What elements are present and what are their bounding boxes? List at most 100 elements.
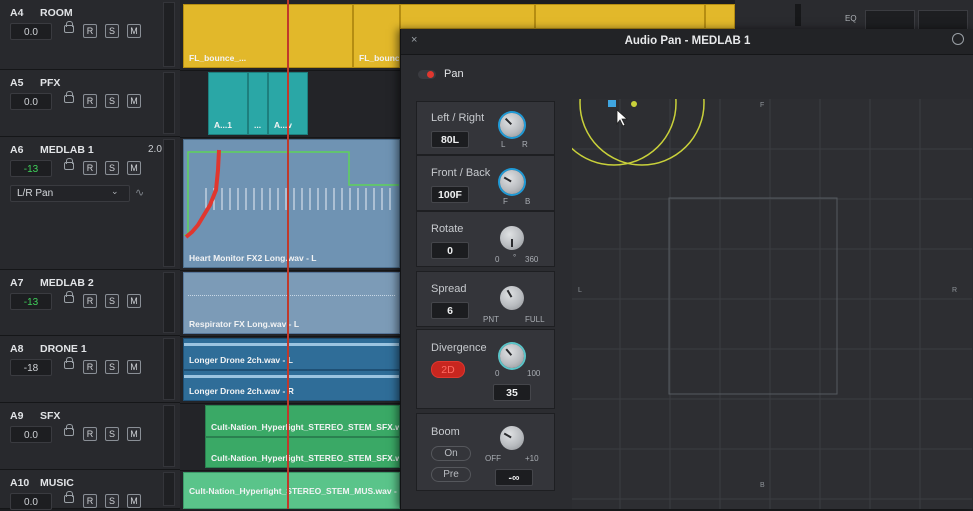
- clip-room-5[interactable]: [705, 4, 735, 29]
- clip-room-2[interactable]: FL_bounce: [353, 4, 400, 68]
- listener-box: [668, 197, 838, 395]
- lock-icon[interactable]: [64, 291, 74, 303]
- divergence-knob[interactable]: [500, 344, 524, 368]
- track-header[interactable]: A10 MUSIC 0.0 R S M: [0, 470, 180, 510]
- clip-label: ...: [254, 120, 262, 130]
- clip-label: Cult-Nation_Hyperlight_STEREO_STEM_SFX.w…: [211, 453, 400, 463]
- clip-pfx-2[interactable]: ...: [248, 72, 268, 135]
- rotate-max: 360: [525, 255, 539, 264]
- mute-button[interactable]: M: [127, 427, 141, 441]
- clip-drone-r[interactable]: Longer Drone 2ch.wav - R: [183, 370, 400, 401]
- clip-music[interactable]: Cult-Nation_Hyperlight_STEREO_STEM_MUS.w…: [183, 472, 400, 509]
- track-volume[interactable]: 0.0: [10, 426, 52, 443]
- track-header[interactable]: A7 MEDLAB 2 -13 R S M: [0, 270, 180, 336]
- track-name[interactable]: MEDLAB 1: [40, 144, 94, 156]
- eq-thumbnail[interactable]: [865, 10, 915, 31]
- track-volume[interactable]: 0.0: [10, 93, 52, 110]
- clip-room-3[interactable]: [400, 4, 535, 29]
- rotate-knob[interactable]: [500, 226, 524, 250]
- record-button[interactable]: R: [83, 161, 97, 175]
- boom-knob[interactable]: [500, 426, 524, 450]
- track-volume[interactable]: -18: [10, 359, 52, 376]
- pan-grid[interactable]: F B L R: [572, 99, 972, 509]
- record-button[interactable]: R: [83, 494, 97, 508]
- rotate-section: Rotate 0 0 ° 360: [416, 211, 555, 267]
- clip-room-4[interactable]: [535, 4, 705, 29]
- track-name[interactable]: SFX: [40, 410, 60, 422]
- front-back-value[interactable]: 100F: [431, 186, 469, 203]
- lock-icon[interactable]: [64, 91, 74, 103]
- clip-medlab2[interactable]: Respirator FX Long.wav - L: [183, 272, 400, 334]
- eq-thumbnail-2[interactable]: [918, 10, 968, 31]
- clip-medlab1[interactable]: Heart Monitor FX2 Long.wav - L: [183, 139, 400, 268]
- spread-circle-2: [579, 99, 705, 166]
- record-button[interactable]: R: [83, 94, 97, 108]
- record-button[interactable]: R: [83, 294, 97, 308]
- track-name[interactable]: DRONE 1: [40, 343, 87, 355]
- mute-button[interactable]: M: [127, 94, 141, 108]
- boom-on-button[interactable]: On: [431, 446, 471, 461]
- track-name[interactable]: MUSIC: [40, 477, 74, 489]
- track-volume[interactable]: 0.0: [10, 23, 52, 40]
- rotate-label: Rotate: [431, 223, 464, 235]
- track-name[interactable]: PFX: [40, 77, 60, 89]
- clip-sfx-2[interactable]: Cult-Nation_Hyperlight_STEREO_STEM_SFX.w…: [205, 437, 400, 468]
- clip-label: Cult-Nation_Hyperlight_STEREO_STEM_SFX.w…: [211, 422, 400, 432]
- automation-curve-icon[interactable]: ∿: [135, 186, 144, 199]
- track-header[interactable]: A9 SFX 0.0 R S M: [0, 403, 180, 470]
- mute-button[interactable]: M: [127, 360, 141, 374]
- lock-icon[interactable]: [64, 21, 74, 33]
- rotate-value[interactable]: 0: [431, 242, 469, 259]
- reset-icon[interactable]: [952, 33, 964, 45]
- mute-button[interactable]: M: [127, 494, 141, 508]
- track-name[interactable]: MEDLAB 2: [40, 277, 94, 289]
- playhead[interactable]: [287, 0, 289, 509]
- mute-button[interactable]: M: [127, 24, 141, 38]
- automation-select-value: L/R Pan: [17, 188, 54, 199]
- divergence-mode-button[interactable]: 2D: [431, 361, 465, 378]
- boom-value[interactable]: -∞: [495, 469, 533, 486]
- record-button[interactable]: R: [83, 24, 97, 38]
- front-back-knob[interactable]: [500, 170, 524, 194]
- track-header[interactable]: A4 ROOM 0.0 R S M: [0, 0, 180, 70]
- automation-select[interactable]: L/R Pan ⌄: [10, 185, 130, 202]
- spread-knob[interactable]: [500, 286, 524, 310]
- solo-button[interactable]: S: [105, 494, 119, 508]
- divergence-value[interactable]: 35: [493, 384, 531, 401]
- lock-icon[interactable]: [64, 424, 74, 436]
- lock-icon[interactable]: [64, 357, 74, 369]
- track-header[interactable]: A6 MEDLAB 1 2.0 -13 R S M L/R Pan ⌄ ∿: [0, 137, 180, 270]
- track-volume[interactable]: -13: [10, 160, 52, 177]
- solo-button[interactable]: S: [105, 161, 119, 175]
- solo-button[interactable]: S: [105, 294, 119, 308]
- pan-point-primary: [608, 100, 616, 107]
- lock-icon[interactable]: [64, 491, 74, 503]
- solo-button[interactable]: S: [105, 94, 119, 108]
- boom-pre-button[interactable]: Pre: [431, 467, 471, 482]
- record-button[interactable]: R: [83, 427, 97, 441]
- mute-button[interactable]: M: [127, 161, 141, 175]
- track-name[interactable]: ROOM: [40, 7, 73, 19]
- track-volume[interactable]: -13: [10, 293, 52, 310]
- panel-titlebar[interactable]: × Audio Pan - MEDLAB 1: [401, 29, 973, 55]
- lock-icon[interactable]: [64, 158, 74, 170]
- clip-room-1[interactable]: FL_bounce_...: [183, 4, 353, 68]
- clip-sfx-1[interactable]: Cult-Nation_Hyperlight_STEREO_STEM_SFX.w…: [205, 405, 400, 437]
- left-right-knob[interactable]: [500, 113, 524, 137]
- front-back-label: Front / Back: [431, 167, 491, 179]
- record-button[interactable]: R: [83, 360, 97, 374]
- solo-button[interactable]: S: [105, 360, 119, 374]
- mute-button[interactable]: M: [127, 294, 141, 308]
- solo-button[interactable]: S: [105, 427, 119, 441]
- clip-label: Longer Drone 2ch.wav - R: [189, 386, 294, 396]
- pan-grid-svg: [572, 99, 972, 509]
- pan-toggle[interactable]: [418, 70, 436, 79]
- clip-drone-l[interactable]: Longer Drone 2ch.wav - L: [183, 338, 400, 370]
- spread-value[interactable]: 6: [431, 302, 469, 319]
- clip-pfx-1[interactable]: A...1: [208, 72, 248, 135]
- track-header[interactable]: A5 PFX 0.0 R S M: [0, 70, 180, 137]
- track-header[interactable]: A8 DRONE 1 -18 R S M: [0, 336, 180, 403]
- left-right-value[interactable]: 80L: [431, 131, 469, 148]
- track-volume[interactable]: 0.0: [10, 493, 52, 510]
- solo-button[interactable]: S: [105, 24, 119, 38]
